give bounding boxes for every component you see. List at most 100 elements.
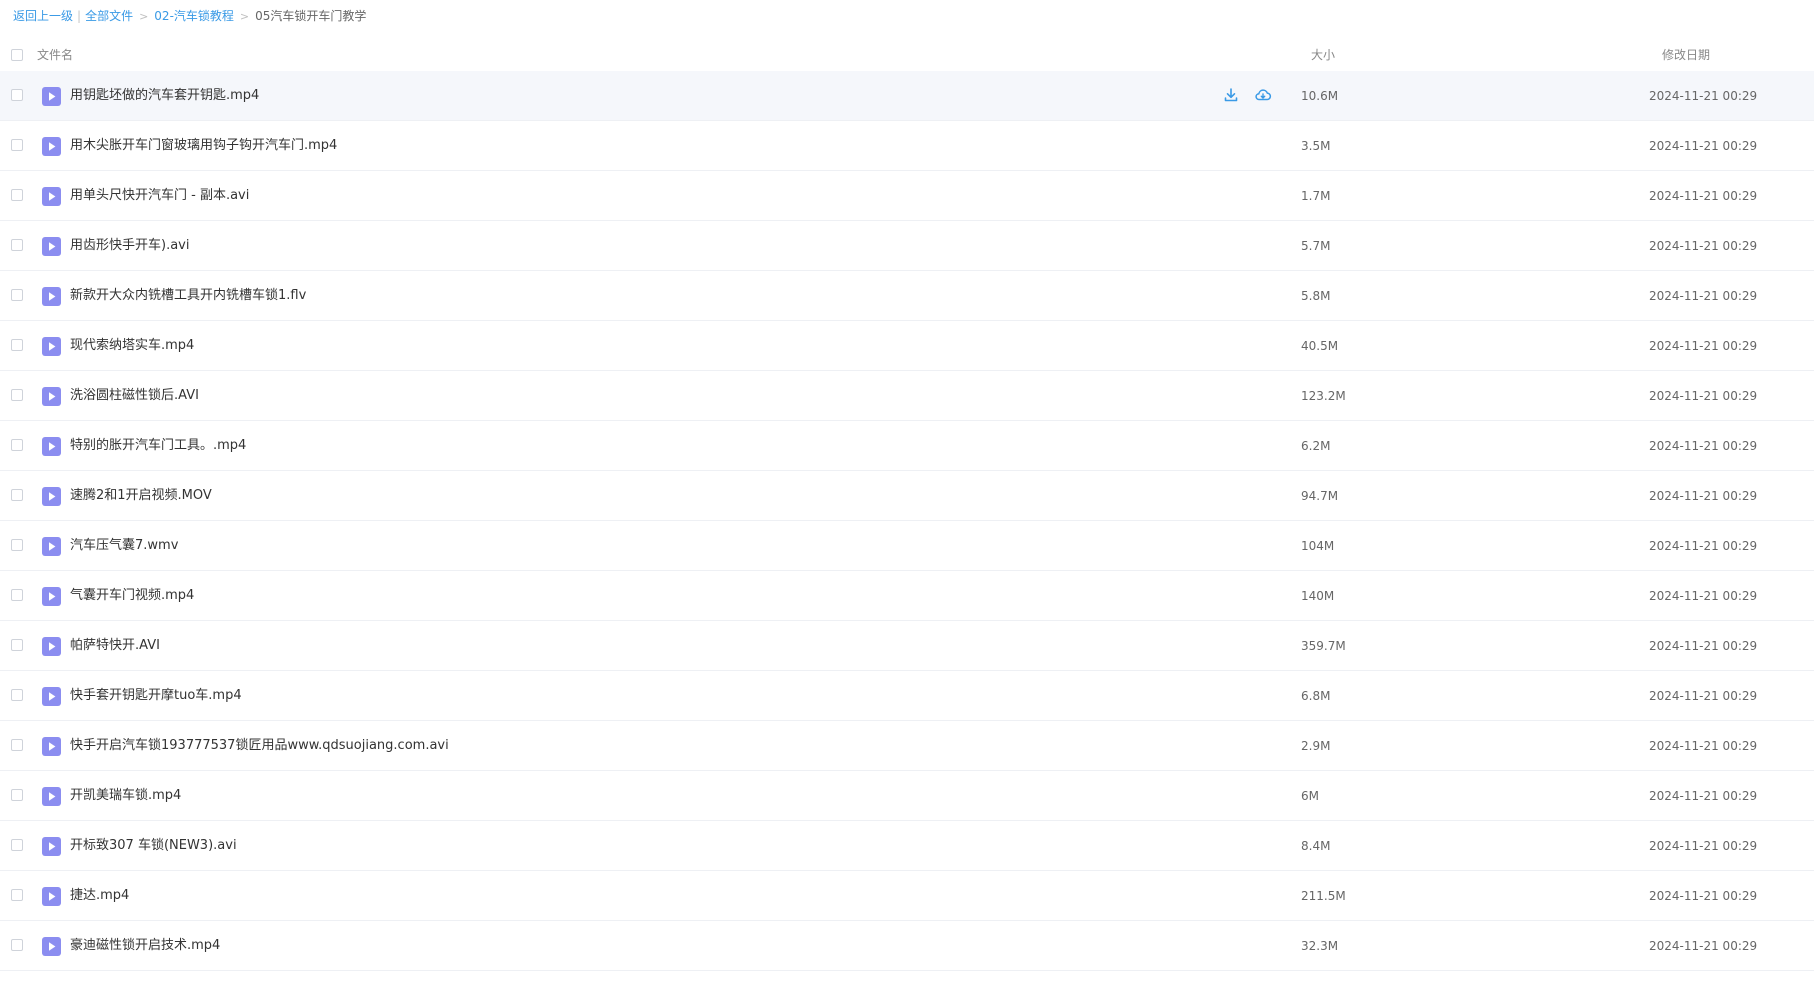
file-name[interactable]: 特别的胀开汽车门工具。.mp4: [70, 421, 246, 471]
file-row[interactable]: 用单头尺快开汽车门 - 副本.avi 1.7M 2024-11-21 00:29: [0, 171, 1814, 221]
file-name[interactable]: 帕萨特快开.AVI: [70, 621, 160, 671]
row-checkbox[interactable]: [11, 239, 23, 251]
file-size: 3.5M: [1301, 139, 1331, 153]
back-link[interactable]: 返回上一级: [13, 9, 73, 23]
video-file-icon: [42, 837, 61, 856]
file-date: 2024-11-21 00:29: [1649, 139, 1758, 153]
file-name[interactable]: 用木尖胀开车门窗玻璃用钩子钩开汽车门.mp4: [70, 121, 337, 171]
file-row[interactable]: 快手开启汽车锁193777537锁匠用品www.qdsuojiang.com.a…: [0, 721, 1814, 771]
breadcrumb-current-folder: 05汽车锁开车门教学: [255, 9, 367, 23]
file-size: 8.4M: [1301, 839, 1331, 853]
breadcrumb-arrow: >: [139, 10, 149, 23]
row-checkbox[interactable]: [11, 289, 23, 301]
file-size: 104M: [1301, 539, 1335, 553]
row-checkbox[interactable]: [11, 489, 23, 501]
file-row[interactable]: 速腾2和1开启视频.MOV 94.7M 2024-11-21 00:29: [0, 471, 1814, 521]
row-checkbox[interactable]: [11, 789, 23, 801]
file-date: 2024-11-21 00:29: [1649, 439, 1758, 453]
file-row[interactable]: 帕萨特快开.AVI 359.7M 2024-11-21 00:29: [0, 621, 1814, 671]
video-file-icon: [42, 237, 61, 256]
video-file-icon: [42, 287, 61, 306]
row-checkbox[interactable]: [11, 639, 23, 651]
file-size: 6M: [1301, 789, 1319, 803]
file-name[interactable]: 汽车压气囊7.wmv: [70, 521, 178, 571]
file-size: 2.9M: [1301, 739, 1331, 753]
file-row[interactable]: 用木尖胀开车门窗玻璃用钩子钩开汽车门.mp4 3.5M 2024-11-21 0…: [0, 121, 1814, 171]
row-checkbox[interactable]: [11, 389, 23, 401]
video-file-icon: [42, 437, 61, 456]
file-list: 用钥匙坯做的汽车套开钥匙.mp4 10.6M 2024-11-21 00:29 …: [0, 71, 1814, 971]
file-date: 2024-11-21 00:29: [1649, 689, 1758, 703]
row-checkbox[interactable]: [11, 439, 23, 451]
file-name[interactable]: 开标致307 车锁(NEW3).avi: [70, 821, 237, 871]
row-checkbox[interactable]: [11, 189, 23, 201]
file-date: 2024-11-21 00:29: [1649, 739, 1758, 753]
cloud-save-icon[interactable]: [1254, 86, 1272, 104]
breadcrumb-arrow: >: [239, 10, 250, 23]
select-all-checkbox[interactable]: [11, 49, 23, 61]
file-row[interactable]: 新款开大众内铣槽工具开内铣槽车锁1.flv 5.8M 2024-11-21 00…: [0, 271, 1814, 321]
file-row[interactable]: 汽车压气囊7.wmv 104M 2024-11-21 00:29: [0, 521, 1814, 571]
file-row[interactable]: 气囊开车门视频.mp4 140M 2024-11-21 00:29: [0, 571, 1814, 621]
row-checkbox[interactable]: [11, 939, 23, 951]
file-size: 211.5M: [1301, 889, 1346, 903]
file-name[interactable]: 现代索纳塔实车.mp4: [70, 321, 194, 371]
file-name[interactable]: 用齿形快手开车).avi: [70, 221, 189, 271]
video-file-icon: [42, 687, 61, 706]
row-checkbox[interactable]: [11, 539, 23, 551]
file-name[interactable]: 用单头尺快开汽车门 - 副本.avi: [70, 171, 249, 221]
video-file-icon: [42, 537, 61, 556]
row-checkbox[interactable]: [11, 689, 23, 701]
file-size: 359.7M: [1301, 639, 1346, 653]
file-date: 2024-11-21 00:29: [1649, 489, 1758, 503]
breadcrumb-divider: |: [77, 9, 82, 23]
breadcrumb-parent-folder[interactable]: 02-汽车锁教程: [154, 9, 234, 23]
file-row[interactable]: 捷达.mp4 211.5M 2024-11-21 00:29: [0, 871, 1814, 921]
file-row[interactable]: 用钥匙坯做的汽车套开钥匙.mp4 10.6M 2024-11-21 00:29: [0, 71, 1814, 121]
file-row[interactable]: 特别的胀开汽车门工具。.mp4 6.2M 2024-11-21 00:29: [0, 421, 1814, 471]
file-name[interactable]: 捷达.mp4: [70, 871, 129, 921]
file-date: 2024-11-21 00:29: [1649, 789, 1758, 803]
file-row[interactable]: 开标致307 车锁(NEW3).avi 8.4M 2024-11-21 00:2…: [0, 821, 1814, 871]
row-checkbox[interactable]: [11, 139, 23, 151]
row-checkbox[interactable]: [11, 739, 23, 751]
file-row[interactable]: 洗浴圆柱磁性锁后.AVI 123.2M 2024-11-21 00:29: [0, 371, 1814, 421]
row-checkbox[interactable]: [11, 839, 23, 851]
row-checkbox[interactable]: [11, 89, 23, 101]
file-size: 1.7M: [1301, 189, 1331, 203]
file-name[interactable]: 快手套开钥匙开摩tuo车.mp4: [70, 671, 242, 721]
breadcrumb-all-files[interactable]: 全部文件: [85, 9, 133, 23]
download-icon[interactable]: [1222, 86, 1240, 104]
file-size: 5.8M: [1301, 289, 1331, 303]
file-date: 2024-11-21 00:29: [1649, 239, 1758, 253]
row-checkbox[interactable]: [11, 339, 23, 351]
file-row[interactable]: 快手套开钥匙开摩tuo车.mp4 6.8M 2024-11-21 00:29: [0, 671, 1814, 721]
file-size: 6.8M: [1301, 689, 1331, 703]
column-header: 文件名 大小 修改日期: [0, 40, 1814, 70]
file-name[interactable]: 气囊开车门视频.mp4: [70, 571, 194, 621]
header-size[interactable]: 大小: [1311, 40, 1335, 70]
file-name[interactable]: 快手开启汽车锁193777537锁匠用品www.qdsuojiang.com.a…: [70, 721, 449, 771]
row-checkbox[interactable]: [11, 889, 23, 901]
video-file-icon: [42, 587, 61, 606]
file-row[interactable]: 开凯美瑞车锁.mp4 6M 2024-11-21 00:29: [0, 771, 1814, 821]
header-name[interactable]: 文件名: [37, 40, 73, 70]
file-name[interactable]: 洗浴圆柱磁性锁后.AVI: [70, 371, 199, 421]
breadcrumb: 返回上一级 | 全部文件 >02-汽车锁教程 >05汽车锁开车门教学: [13, 7, 366, 25]
file-date: 2024-11-21 00:29: [1649, 389, 1758, 403]
file-size: 6.2M: [1301, 439, 1331, 453]
row-checkbox[interactable]: [11, 589, 23, 601]
file-name[interactable]: 用钥匙坯做的汽车套开钥匙.mp4: [70, 71, 259, 121]
video-file-icon: [42, 187, 61, 206]
file-date: 2024-11-21 00:29: [1649, 89, 1758, 103]
file-date: 2024-11-21 00:29: [1649, 639, 1758, 653]
header-modified[interactable]: 修改日期: [1662, 40, 1710, 70]
file-name[interactable]: 新款开大众内铣槽工具开内铣槽车锁1.flv: [70, 271, 306, 321]
file-row[interactable]: 豪迪磁性锁开启技术.mp4 32.3M 2024-11-21 00:29: [0, 921, 1814, 971]
file-name[interactable]: 速腾2和1开启视频.MOV: [70, 471, 212, 521]
file-name[interactable]: 开凯美瑞车锁.mp4: [70, 771, 181, 821]
file-row[interactable]: 现代索纳塔实车.mp4 40.5M 2024-11-21 00:29: [0, 321, 1814, 371]
file-row[interactable]: 用齿形快手开车).avi 5.7M 2024-11-21 00:29: [0, 221, 1814, 271]
file-name[interactable]: 豪迪磁性锁开启技术.mp4: [70, 921, 220, 971]
file-date: 2024-11-21 00:29: [1649, 839, 1758, 853]
